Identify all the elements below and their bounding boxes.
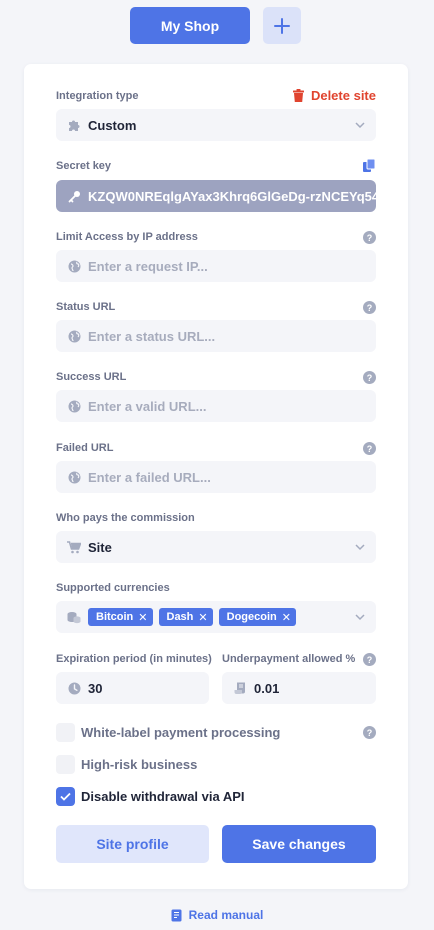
secret-key-field[interactable]: KZQW0NREqlgAYax3Khrq6GlGeDg-rzNCEYq54 <box>56 180 376 212</box>
site-profile-button[interactable]: Site profile <box>56 825 209 863</box>
ip-limit-label: Limit Access by IP address <box>56 231 198 243</box>
currency-chip-label: Dash <box>166 611 194 623</box>
help-icon[interactable]: ? <box>363 371 376 384</box>
globe-icon <box>67 470 81 484</box>
underpayment-value: 0.01 <box>254 680 280 696</box>
help-icon[interactable]: ? <box>363 301 376 314</box>
currency-chip-dogecoin[interactable]: Dogecoin ✕ <box>218 608 296 626</box>
remove-icon[interactable]: ✕ <box>198 611 207 624</box>
delete-site-button[interactable]: Delete site <box>292 88 376 103</box>
add-shop-button[interactable] <box>263 7 301 44</box>
commission-label: Who pays the commission <box>56 512 195 524</box>
high-risk-checkbox-row[interactable]: High-risk business <box>56 754 197 774</box>
expiration-label: Expiration period (in minutes) <box>56 653 212 665</box>
ip-limit-input[interactable]: Enter a request IP... <box>56 250 376 282</box>
receipt-icon <box>233 681 247 695</box>
underpayment-label: Underpayment allowed % <box>222 653 356 665</box>
clock-icon <box>67 681 81 695</box>
save-changes-button[interactable]: Save changes <box>222 825 376 863</box>
white-label-checkbox-row[interactable]: White-label payment processing <box>56 722 280 742</box>
book-icon <box>171 909 182 921</box>
delete-site-label: Delete site <box>310 88 376 103</box>
failed-url-label: Failed URL <box>56 442 114 454</box>
commission-select[interactable]: Site <box>56 531 376 563</box>
commission-value: Site <box>88 539 112 555</box>
currencies-label: Supported currencies <box>56 582 170 594</box>
trash-icon <box>292 89 304 102</box>
read-manual-label: Read manual <box>188 908 264 922</box>
help-icon[interactable]: ? <box>363 231 376 244</box>
status-url-input[interactable]: Enter a status URL... <box>56 320 376 352</box>
high-risk-checkbox[interactable] <box>56 754 75 774</box>
currency-chip-label: Bitcoin <box>96 611 134 623</box>
currencies-select[interactable]: Bitcoin ✕ Dash ✕ Dogecoin ✕ <box>56 601 376 633</box>
globe-icon <box>67 259 81 273</box>
success-url-label: Success URL <box>56 371 127 383</box>
site-settings-card: Integration type Delete site Custom Secr… <box>24 64 408 889</box>
underpayment-input[interactable]: 0.01 <box>222 672 376 704</box>
currency-chip-label: Dogecoin <box>226 611 277 623</box>
secret-key-label: Secret key <box>56 160 112 172</box>
secret-key-value: KZQW0NREqlgAYax3Khrq6GlGeDg-rzNCEYq54 <box>88 188 376 204</box>
cart-icon <box>67 540 81 554</box>
coins-icon <box>67 610 81 624</box>
expiration-value: 30 <box>88 680 103 696</box>
currency-chip-dash[interactable]: Dash ✕ <box>158 608 213 626</box>
help-icon[interactable]: ? <box>363 653 376 666</box>
plus-icon <box>274 17 290 34</box>
key-icon <box>67 189 81 203</box>
integration-type-label: Integration type <box>56 90 139 102</box>
ip-limit-placeholder: Enter a request IP... <box>88 258 208 274</box>
failed-url-placeholder: Enter a failed URL... <box>88 469 211 485</box>
check-icon <box>60 792 71 801</box>
top-bar: My Shop <box>0 7 434 45</box>
currency-chip-bitcoin[interactable]: Bitcoin ✕ <box>88 608 153 626</box>
success-url-input[interactable]: Enter a valid URL... <box>56 390 376 422</box>
globe-icon <box>67 399 81 413</box>
disable-withdrawal-checkbox[interactable] <box>56 786 75 806</box>
white-label-checkbox[interactable] <box>56 722 75 742</box>
help-icon[interactable]: ? <box>363 442 376 455</box>
failed-url-input[interactable]: Enter a failed URL... <box>56 461 376 493</box>
integration-type-value: Custom <box>88 117 137 133</box>
read-manual-link[interactable]: Read manual <box>0 908 434 922</box>
expiration-input[interactable]: 30 <box>56 672 209 704</box>
puzzle-icon <box>67 118 81 132</box>
chevron-down-icon <box>355 122 365 129</box>
shop-selector-button[interactable]: My Shop <box>130 7 250 44</box>
disable-withdrawal-checkbox-label: Disable withdrawal via API <box>81 788 245 804</box>
chevron-down-icon <box>355 614 365 621</box>
help-icon[interactable]: ? <box>363 726 376 739</box>
chevron-down-icon <box>355 544 365 551</box>
copy-icon[interactable] <box>363 159 376 173</box>
remove-icon[interactable]: ✕ <box>282 611 291 624</box>
disable-withdrawal-checkbox-row[interactable]: Disable withdrawal via API <box>56 786 245 806</box>
status-url-placeholder: Enter a status URL... <box>88 328 216 344</box>
white-label-checkbox-label: White-label payment processing <box>81 724 281 740</box>
integration-type-select[interactable]: Custom <box>56 109 376 141</box>
remove-icon[interactable]: ✕ <box>138 611 147 624</box>
status-url-label: Status URL <box>56 301 116 313</box>
high-risk-checkbox-label: High-risk business <box>81 756 198 772</box>
globe-icon <box>67 329 81 343</box>
success-url-placeholder: Enter a valid URL... <box>88 398 207 414</box>
